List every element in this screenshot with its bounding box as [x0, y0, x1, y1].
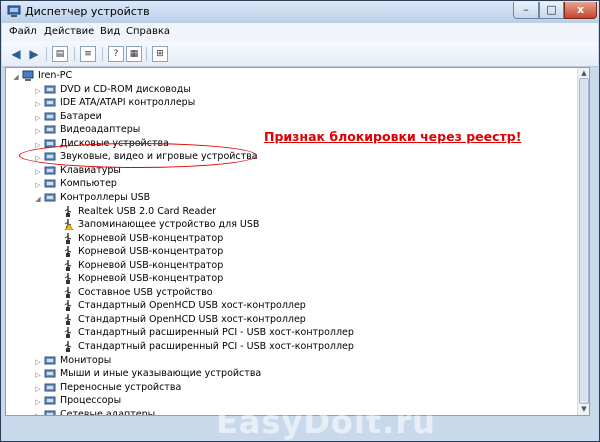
expand-arrow-icon[interactable]: ▷: [34, 112, 42, 125]
device-tree: ◢ Iren-PC ▷ DVD и CD-ROM дисководы ▷ IDE AT…: [6, 68, 576, 415]
device-category-icon: [44, 125, 56, 134]
tree-device-label: Стандартный OpenHCD USB хост-контроллер: [78, 300, 306, 312]
scan-hardware-icon[interactable]: ⊞: [152, 46, 168, 62]
tree-device-label: Realtek USB 2.0 Card Reader: [78, 205, 217, 217]
device-category-icon: [44, 356, 56, 365]
minimize-button[interactable]: –: [513, 2, 539, 19]
show-hide-tree-icon[interactable]: ▤: [52, 46, 68, 62]
tree-device-label: Составное USB устройство: [78, 286, 213, 298]
tree-category-label: Видеоадаптеры: [60, 124, 141, 136]
device-category-icon: [44, 179, 56, 188]
device-category-icon: [44, 410, 56, 415]
device-category-icon: [44, 85, 56, 94]
tree-root-label: Iren-PC: [38, 70, 73, 81]
device-category-icon: [44, 369, 56, 378]
highlight-ellipse: [19, 143, 257, 168]
tree-device-label: Корневой USB-концентратор: [78, 273, 224, 285]
expand-arrow-icon[interactable]: ▷: [34, 125, 42, 138]
device-category-icon: [44, 98, 56, 107]
expand-arrow-icon[interactable]: ▷: [34, 179, 42, 192]
scroll-up-icon[interactable]: ▲: [580, 69, 588, 77]
usb-warning-icon: [64, 219, 74, 231]
usb-device-icon: [64, 327, 72, 339]
expand-arrow-icon[interactable]: ◢: [12, 71, 20, 84]
tree-category-label: Сетевые адаптеры: [60, 408, 156, 416]
menu-bar: Файл Действие Вид Справка: [2, 23, 598, 43]
expand-arrow-icon[interactable]: ▷: [34, 396, 42, 409]
tree-category-label: DVD и CD-ROM дисководы: [60, 83, 191, 95]
tree-device-label: Корневой USB-концентратор: [78, 246, 224, 258]
toolbar: ◀ ▶ ▤ ≡ ? ▦ ⊞: [2, 42, 598, 67]
expand-arrow-icon[interactable]: ▷: [34, 85, 42, 98]
toolbar-separator: [146, 47, 147, 61]
toolbar-separator: [102, 47, 103, 61]
vertical-scrollbar[interactable]: ▲ ▼: [577, 68, 589, 415]
device-manager-icon: [7, 5, 21, 17]
expand-arrow-icon[interactable]: ▷: [34, 369, 42, 382]
annotation-text: Признак блокировки через реестр!: [264, 129, 522, 144]
tree-category-label: Мониторы: [60, 354, 112, 366]
tree-category-label: IDE ATA/ATAPI контроллеры: [60, 97, 196, 109]
usb-device-icon: [64, 286, 72, 298]
device-tree-pane: ◢ Iren-PC ▷ DVD и CD-ROM дисководы ▷ IDE AT…: [5, 67, 590, 416]
tree-category-label: Переносные устройства: [60, 381, 182, 393]
tree-category-label: Компьютер: [60, 178, 117, 190]
tree-category-label: Процессоры: [60, 395, 122, 407]
tree-device-label: Стандартный расширенный PCI - USB хост-к…: [78, 327, 354, 339]
forward-arrow-icon[interactable]: ▶: [26, 46, 42, 62]
usb-device-icon: [64, 273, 72, 285]
expand-arrow-icon[interactable]: ▷: [34, 98, 42, 111]
device-category-icon: [44, 396, 56, 405]
tree-device-label: Корневой USB-концентратор: [78, 232, 224, 244]
close-button[interactable]: x: [564, 2, 597, 19]
collapse-arrow-icon[interactable]: ◢: [34, 193, 42, 206]
tree-category-label: Контроллеры USB: [60, 191, 151, 203]
tree-category-label: Батареи: [60, 110, 102, 122]
device-manager-window: Диспетчер устройств – □ x Файл Действие …: [0, 0, 600, 442]
scrollbar-thumb[interactable]: [579, 78, 589, 404]
tree-device-label: Стандартный OpenHCD USB хост-контроллер: [78, 313, 306, 325]
tree-device-label: Стандартный расширенный PCI - USB хост-к…: [78, 341, 354, 352]
menu-help[interactable]: Справка: [126, 26, 170, 37]
device-category-icon: [44, 166, 56, 175]
toolbar-separator: [74, 47, 75, 61]
usb-device-icon: [64, 259, 72, 271]
usb-device-icon: [64, 300, 72, 312]
console-tree-icon[interactable]: ▦: [126, 46, 142, 62]
maximize-button[interactable]: □: [539, 2, 564, 19]
tree-device-label: Запоминающее устройство для USB: [78, 219, 260, 231]
computer-icon: [22, 70, 34, 81]
menu-action[interactable]: Действие: [44, 26, 94, 37]
device-category-icon: [44, 193, 56, 202]
expand-arrow-icon[interactable]: ▷: [34, 383, 42, 396]
usb-device-icon: [64, 341, 72, 352]
menu-view[interactable]: Вид: [100, 26, 120, 37]
title-bar[interactable]: Диспетчер устройств – □ x: [1, 1, 599, 23]
toolbar-separator: [46, 47, 47, 61]
window-title: Диспетчер устройств: [25, 5, 150, 18]
menu-file[interactable]: Файл: [9, 26, 37, 37]
usb-device-icon: [64, 205, 72, 217]
expand-arrow-icon[interactable]: ▷: [34, 166, 42, 179]
back-arrow-icon[interactable]: ◀: [8, 46, 24, 62]
device-category-icon: [44, 383, 56, 392]
expand-arrow-icon[interactable]: ▷: [34, 410, 42, 415]
scroll-down-icon[interactable]: ▼: [580, 405, 588, 413]
properties-icon[interactable]: ≡: [80, 46, 96, 62]
usb-device-icon: [64, 313, 72, 325]
watermark-text: EasyDoit.ru: [216, 403, 436, 441]
tree-category-label: Мыши и иные указывающие устройства: [60, 368, 262, 380]
expand-arrow-icon[interactable]: ▷: [34, 356, 42, 369]
tree-device-label: Корневой USB-концентратор: [78, 259, 224, 271]
usb-device-icon: [64, 232, 72, 244]
usb-device-icon: [64, 246, 72, 258]
device-category-icon: [44, 112, 56, 121]
help-icon[interactable]: ?: [108, 46, 124, 62]
